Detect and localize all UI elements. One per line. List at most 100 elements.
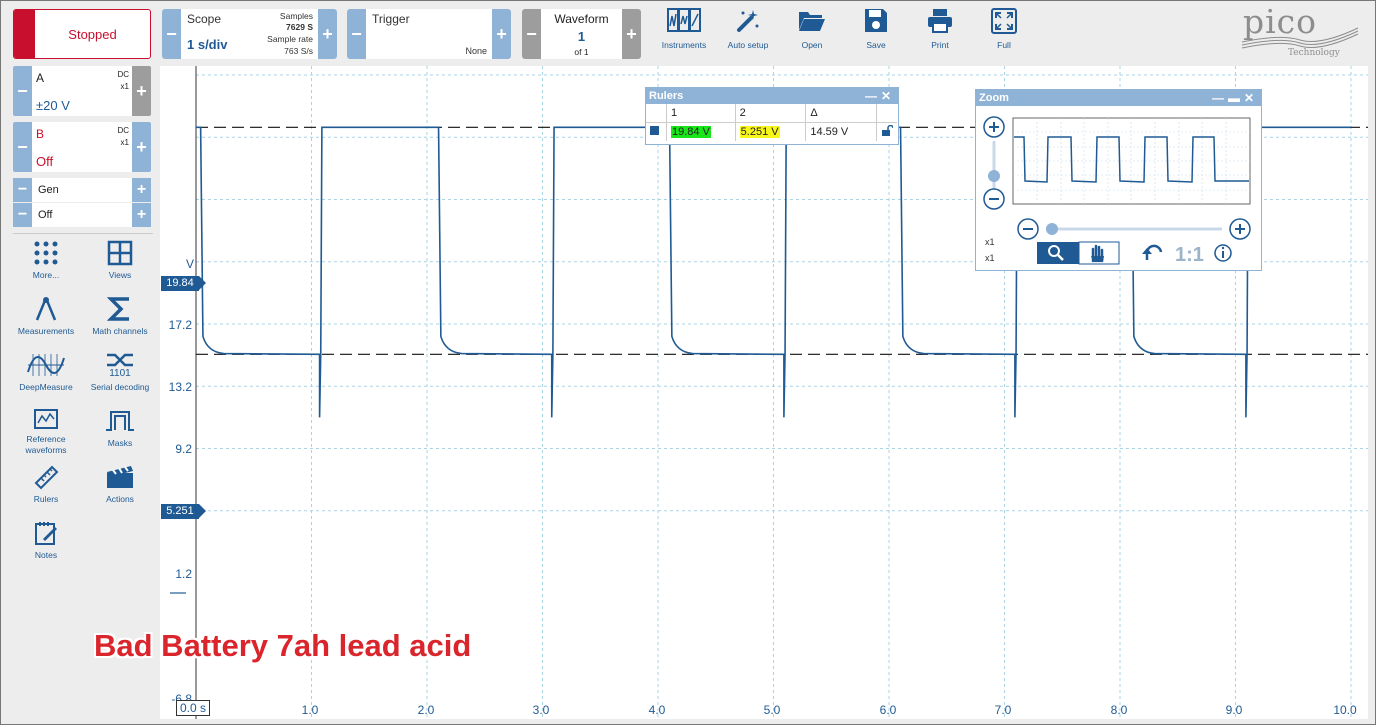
zoom-out-vertical-button[interactable] [983, 188, 1005, 210]
actions-label: Actions [106, 494, 134, 504]
channel-a-range-decrease[interactable]: − [13, 66, 32, 116]
measurements-label: Measurements [17, 326, 75, 336]
trigger-next-button[interactable]: + [492, 9, 511, 59]
vertical-zoom-handle[interactable] [988, 170, 1000, 182]
samples-value: 7629 S [286, 22, 313, 32]
y-tick-label: 13.2 [168, 380, 192, 394]
deepmeasure-label: DeepMeasure [19, 382, 73, 392]
ruler-col-1: 1 [666, 104, 736, 123]
zoom-window[interactable]: Zoom —▬✕ 1:1 x1 x1 [975, 89, 1262, 271]
zoom-panel: 1:1 x1 x1 [983, 116, 1251, 266]
waveform-number: 1 [577, 29, 586, 44]
stopped-indicator [14, 10, 35, 58]
channel-a-name: A [36, 71, 45, 85]
math-channels-label: Math channels [92, 326, 148, 336]
full-screen-button[interactable]: Full [971, 8, 1037, 50]
generator-state-increase[interactable]: + [132, 203, 151, 227]
generator-decrease[interactable]: − [13, 178, 32, 202]
pan-tool-button[interactable] [1078, 241, 1120, 265]
auto-setup-button[interactable]: Auto setup [715, 8, 781, 50]
zoom-in-horizontal-button[interactable] [1229, 218, 1251, 240]
waveform-control[interactable]: − Waveform 1 of 1 + [522, 9, 641, 59]
generator-state-control[interactable]: − Off + [13, 203, 151, 227]
zoom-title-bar[interactable]: Zoom —▬✕ [976, 90, 1261, 106]
save-icon [865, 9, 887, 32]
notes-icon [35, 522, 57, 545]
notes-button[interactable]: Notes [8, 520, 84, 561]
trigger-title: Trigger [372, 12, 410, 26]
trigger-prev-button[interactable]: − [347, 9, 366, 59]
generator-state: Off [38, 209, 53, 221]
zoom-in-vertical-button[interactable] [983, 116, 1005, 138]
waveform-of: of 1 [574, 47, 589, 57]
trigger-control[interactable]: − Trigger None + [347, 9, 511, 59]
more-button[interactable]: More... [8, 240, 84, 281]
y-tick-label: 1.2 [175, 567, 192, 581]
logo-sub: Technology [1288, 48, 1340, 58]
channel-b-range-increase[interactable]: + [132, 122, 151, 172]
x-tick-label: 9.0 [1225, 703, 1243, 717]
y-axis-unit: V [186, 257, 195, 271]
actions-button[interactable]: Actions [82, 464, 158, 505]
timebase-increase-button[interactable]: + [318, 9, 337, 59]
trigger-mode: None [465, 46, 487, 56]
zoom-window-controls[interactable]: —▬✕ [1212, 90, 1258, 106]
ruler-col-2: 2 [735, 104, 807, 123]
deepmeasure-button[interactable]: DeepMeasure [8, 352, 84, 393]
scope-timebase-control[interactable]: − Scope 1 s/div Samples 7629 S Sample ra… [162, 9, 337, 59]
print-button[interactable]: Print [907, 8, 973, 50]
waveform-prev-button[interactable]: − [522, 9, 541, 59]
reference-waveforms-button[interactable]: Reference waveforms [8, 408, 84, 456]
print-icon [928, 9, 952, 33]
deepmeasure-icon [27, 354, 65, 376]
unlock-icon[interactable] [881, 124, 894, 136]
rulers-title-bar[interactable]: Rulers —✕ [646, 88, 898, 104]
rulers-window-controls[interactable]: —✕ [865, 88, 895, 104]
x-tick-label: 2.0 [417, 703, 435, 717]
views-button[interactable]: Views [82, 240, 158, 281]
open-button[interactable]: Open [779, 8, 845, 50]
rulers-window[interactable]: Rulers —✕ 1 2 Δ 19.84 V 5.251 V 14.59 V [645, 87, 899, 145]
waveform-title: Waveform [554, 12, 609, 26]
masks-button[interactable]: Masks [82, 408, 158, 449]
actions-icon [107, 466, 133, 488]
timebase-decrease-button[interactable]: − [162, 9, 181, 59]
waveform-next-button[interactable]: + [622, 9, 641, 59]
x-tick-label: 3.0 [532, 703, 550, 717]
svg-text:1101: 1101 [109, 368, 131, 378]
x-tick-label: 10.0 [1333, 703, 1357, 717]
zoom-out-horizontal-button[interactable] [1017, 218, 1039, 240]
channel-b-range: Off [36, 154, 54, 169]
rulers-label: Rulers [33, 494, 59, 504]
generator-state-decrease[interactable]: − [13, 203, 32, 227]
channel-a-control[interactable]: − A DC x1 ±20 V + [13, 66, 151, 116]
channel-a-range-increase[interactable]: + [132, 66, 151, 116]
timebase-value: 1 s/div [187, 37, 228, 52]
generator-increase[interactable]: + [132, 178, 151, 202]
channel-b-control[interactable]: − B DC x1 Off + [13, 122, 151, 172]
channel-b-range-decrease[interactable]: − [13, 122, 32, 172]
views-label: Views [108, 270, 132, 280]
run-stop-button[interactable]: Stopped [13, 9, 151, 59]
channel-b-coupling-label: DC [117, 126, 129, 135]
x-tick-label: 4.0 [648, 703, 666, 717]
horizontal-zoom-handle[interactable] [1046, 223, 1058, 235]
reference-waveforms-label: Reference waveforms [25, 434, 67, 455]
ruler-2-tag[interactable]: 5.251 [161, 504, 206, 519]
channel-a-swatch [650, 126, 659, 135]
open-folder-icon [799, 12, 825, 31]
ruler-1-tag[interactable]: 19.84 [161, 276, 206, 291]
sigma-icon [107, 297, 129, 321]
save-button[interactable]: Save [843, 8, 909, 50]
zoom-tool-button[interactable] [1037, 242, 1079, 264]
serial-decoding-label: Serial decoding [90, 382, 150, 392]
instruments-button[interactable]: Instruments [651, 8, 717, 50]
generator-control[interactable]: − Gen + [13, 178, 151, 202]
channel-b-coupling: DC x1 [117, 125, 129, 149]
measurements-button[interactable]: Measurements [8, 296, 84, 337]
zoom-ratio[interactable]: 1:1 [1175, 244, 1204, 266]
math-channels-button[interactable]: Math channels [82, 296, 158, 337]
serial-decoding-button[interactable]: 1101 Serial decoding [82, 352, 158, 393]
rulers-button[interactable]: Rulers [8, 464, 84, 505]
run-stop-label: Stopped [68, 27, 117, 42]
